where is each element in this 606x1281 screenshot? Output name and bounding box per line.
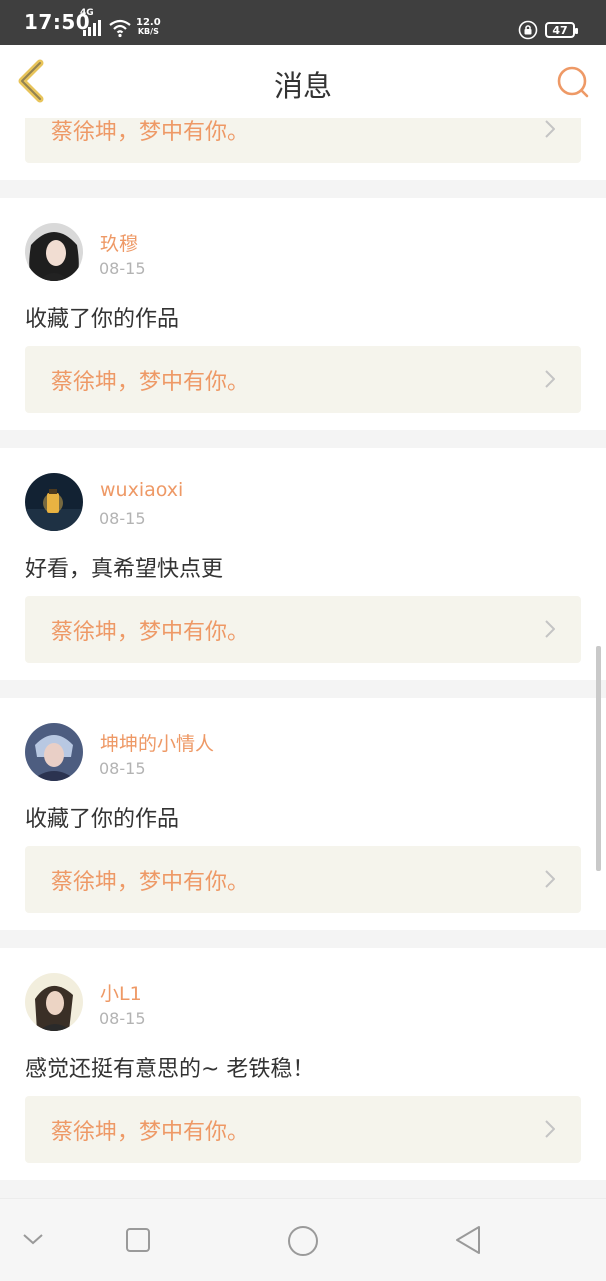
message-card: 小L1 08-15 感觉还挺有意思的~ 老铁稳！ 蔡徐坤，梦中有你。 xyxy=(0,948,606,1180)
work-link[interactable]: 蔡徐坤，梦中有你。 xyxy=(25,846,581,913)
message-card: 玖穆 08-15 收藏了你的作品 蔡徐坤，梦中有你。 xyxy=(0,198,606,430)
recent-apps-icon[interactable] xyxy=(125,1227,151,1253)
work-link[interactable]: 蔡徐坤，梦中有你。 xyxy=(25,346,581,413)
work-link[interactable]: 蔡徐坤，梦中有你。 xyxy=(25,596,581,663)
work-link[interactable]: 蔡徐坤，梦中有你。 xyxy=(25,118,581,163)
scrollbar[interactable] xyxy=(596,646,601,871)
avatar[interactable] xyxy=(25,473,83,531)
wifi-icon xyxy=(109,19,131,38)
work-title: 蔡徐坤，梦中有你。 xyxy=(51,120,250,145)
chevron-right-icon xyxy=(545,870,555,888)
status-bar: 17:50 4G 12.0 KB/S 47 xyxy=(0,0,606,45)
back-triangle-icon[interactable] xyxy=(454,1225,482,1255)
username[interactable]: 玖穆 xyxy=(100,229,138,256)
message-text: 好看，真希望快点更 xyxy=(25,557,224,582)
speed-value: 12.0 xyxy=(136,17,161,28)
avatar[interactable] xyxy=(25,723,83,781)
username[interactable]: 坤坤的小情人 xyxy=(100,729,214,756)
message-text: 收藏了你的作品 xyxy=(25,307,180,332)
system-nav-bar xyxy=(0,1198,606,1281)
avatar[interactable] xyxy=(25,973,83,1031)
message-text: 收藏了你的作品 xyxy=(25,807,180,832)
avatar[interactable] xyxy=(25,223,83,281)
work-link[interactable]: 蔡徐坤，梦中有你。 xyxy=(25,1096,581,1163)
message-date: 08-15 xyxy=(99,1009,146,1028)
message-date: 08-15 xyxy=(99,259,146,278)
page-title: 消息 xyxy=(273,69,332,103)
network-type: 4G xyxy=(80,8,94,18)
chevron-right-icon xyxy=(545,370,555,388)
chevron-right-icon xyxy=(545,120,555,138)
battery-indicator: 47 xyxy=(545,22,578,38)
work-title: 蔡徐坤，梦中有你。 xyxy=(51,1120,250,1145)
message-card: 蔡徐坤，梦中有你。 xyxy=(0,118,606,180)
app-header: 消息 xyxy=(0,45,606,119)
chevron-right-icon xyxy=(545,620,555,638)
message-card: 坤坤的小情人 08-15 收藏了你的作品 蔡徐坤，梦中有你。 xyxy=(0,698,606,930)
home-icon[interactable] xyxy=(287,1225,319,1257)
message-date: 08-15 xyxy=(99,509,146,528)
message-date: 08-15 xyxy=(99,759,146,778)
search-icon[interactable] xyxy=(555,64,591,100)
username[interactable]: wuxiaoxi xyxy=(100,479,183,501)
chevron-down-icon[interactable] xyxy=(22,1231,44,1247)
work-title: 蔡徐坤，梦中有你。 xyxy=(51,620,250,645)
chevron-right-icon xyxy=(545,1120,555,1138)
message-list[interactable]: 蔡徐坤，梦中有你。 玖穆 08-15 收藏了你的作品 蔡徐坤，梦中有你。 wux… xyxy=(0,118,606,1198)
rotation-lock-icon xyxy=(518,20,538,40)
work-title: 蔡徐坤，梦中有你。 xyxy=(51,370,250,395)
signal-icon xyxy=(83,20,101,36)
username[interactable]: 小L1 xyxy=(100,979,142,1006)
message-text: 感觉还挺有意思的~ 老铁稳！ xyxy=(25,1057,315,1082)
network-speed: 12.0 KB/S xyxy=(136,17,161,37)
message-card: wuxiaoxi 08-15 好看，真希望快点更 蔡徐坤，梦中有你。 xyxy=(0,448,606,680)
work-title: 蔡徐坤，梦中有你。 xyxy=(51,870,250,895)
speed-unit: KB/S xyxy=(137,27,159,36)
